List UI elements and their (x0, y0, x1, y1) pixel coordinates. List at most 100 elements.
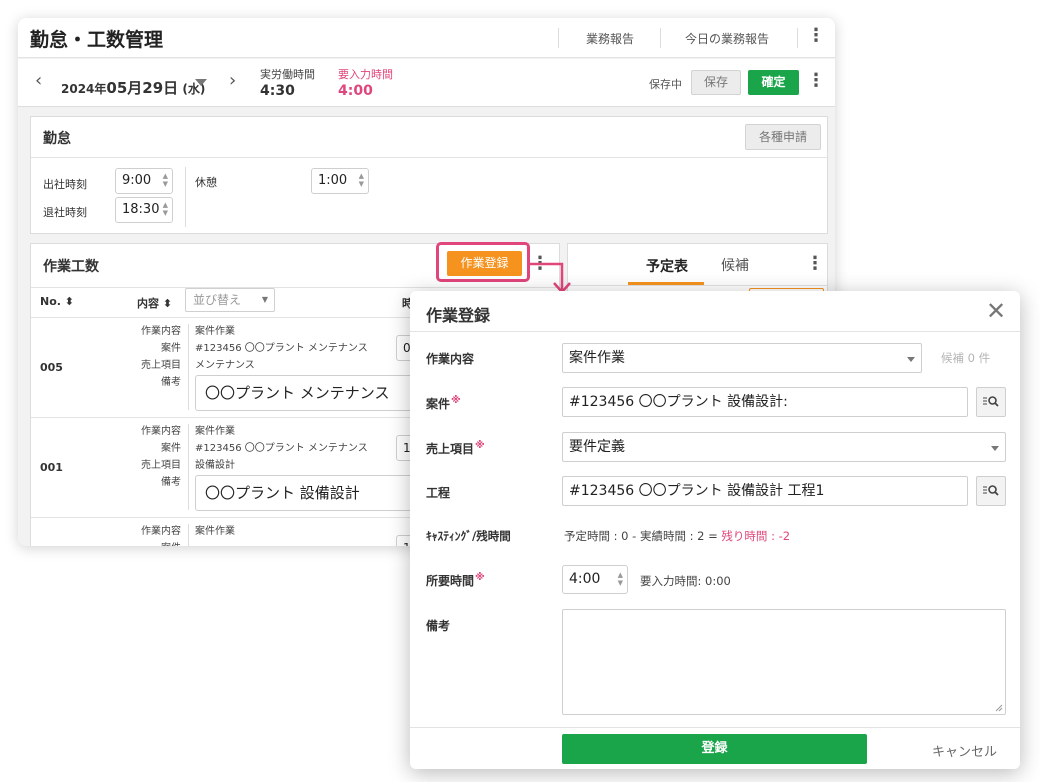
required-input-time: 要入力時間: 0:00 (640, 574, 731, 588)
sort-select-value: 並び替え (193, 293, 242, 307)
list-search-icon (983, 485, 999, 496)
prev-day-icon[interactable]: ‹ (35, 70, 42, 91)
process-input[interactable]: #123456 〇〇プラント 設備設計 工程1 (562, 476, 968, 506)
divider (797, 28, 798, 48)
clock-in-label: 出社時刻 (43, 178, 87, 191)
row-work-type: 案件作業 (195, 326, 235, 337)
sort-select[interactable]: 並び替え ▼ (185, 288, 275, 312)
column-content[interactable]: 内容 ⬍ (137, 295, 172, 311)
row-number: 001 (40, 461, 63, 474)
row-key: 案件 (121, 540, 181, 546)
clock-out-value: 18:30 (122, 202, 160, 217)
row-sales-item: 設備設計 (195, 460, 235, 471)
required-mark: ※ (451, 395, 461, 406)
project-search-button[interactable] (976, 387, 1006, 417)
row-key: 案件 (161, 343, 181, 354)
spinner-arrows-icon[interactable]: ▲ ▼ (163, 172, 168, 188)
remaining-time: 残り時間 : -2 (721, 529, 791, 543)
break-label: 休憩 (195, 176, 217, 189)
close-icon[interactable]: ✕ (986, 297, 1006, 325)
header-menu-icon[interactable]: ⋮ (807, 27, 825, 45)
confirm-button[interactable]: 確定 (748, 70, 799, 95)
date-dropdown-icon[interactable] (195, 79, 207, 86)
divider (660, 28, 661, 48)
list-search-icon (983, 396, 999, 407)
attendance-title: 勤怠 (43, 131, 71, 147)
divider (568, 285, 827, 286)
work-register-dialog: 作業登録 ✕ 作業内容 案件作業 候補 0 件 案件※ #123456 〇〇プラ… (410, 291, 1020, 769)
candidates-count[interactable]: 候補 0 件 (941, 350, 990, 366)
cancel-button[interactable]: キャンセル (932, 741, 997, 760)
row-key: 備考 (161, 477, 181, 488)
request-button[interactable]: 各種申請 (745, 124, 821, 150)
column-no[interactable]: No. ⬍ (40, 295, 74, 308)
spinner-arrows-icon[interactable]: ▲ ▼ (163, 201, 168, 217)
sort-icon: ⬍ (162, 297, 173, 310)
date-menu-icon[interactable]: ⋮ (807, 72, 825, 90)
date-month-day: 05月29日 (106, 79, 179, 97)
duration-label-text: 所要時間 (426, 574, 475, 588)
duration-value: 4:00 (569, 571, 601, 587)
tab-candidates[interactable]: 候補 (721, 255, 749, 275)
clock-in-input[interactable]: 9:00 ▲ ▼ (115, 168, 173, 194)
spinner-arrows-icon[interactable]: ▲ ▼ (359, 172, 364, 188)
project-input[interactable]: #123456 〇〇プラント 設備設計: (562, 387, 968, 417)
row-note-field[interactable]: 〇〇プラント メンテナンス (195, 375, 415, 411)
row-note-field[interactable]: 〇〇プラント 設備設計 (195, 475, 415, 511)
next-day-icon[interactable]: › (229, 70, 236, 91)
chevron-down-icon (991, 446, 999, 451)
row-work-type: 案件作業 (195, 426, 235, 437)
divider (410, 331, 1020, 332)
clock-out-label: 退社時刻 (43, 206, 87, 219)
resize-handle-icon[interactable] (995, 704, 1003, 712)
duration-input[interactable]: 4:00 ▲ ▼ (562, 565, 628, 594)
app-title: 勤怠・工数管理 (30, 29, 164, 51)
required-mark: ※ (475, 440, 485, 451)
row-key: 作業内容 (141, 426, 181, 437)
column-no-label: No. (40, 295, 61, 308)
save-status: 保存中 (649, 78, 682, 91)
divider (31, 287, 559, 288)
sales-item-select[interactable]: 要件定義 (562, 432, 1006, 462)
sort-icon: ⬍ (64, 295, 75, 308)
title-bar: 勤怠・工数管理 業務報告 今日の業務報告 ⋮ (18, 18, 835, 58)
divider (31, 157, 827, 158)
duration-label: 所要時間※ (426, 572, 485, 589)
save-button[interactable]: 保存 (691, 70, 741, 95)
process-search-button[interactable] (976, 476, 1006, 506)
today-report-link[interactable]: 今日の業務報告 (685, 30, 769, 47)
divider (410, 727, 1020, 728)
divider (185, 167, 186, 227)
schedule-menu-icon[interactable]: ⋮ (806, 255, 824, 273)
row-key: 作業内容 (141, 326, 181, 337)
clock-out-input[interactable]: 18:30 ▲ ▼ (115, 197, 173, 223)
work-type-value: 案件作業 (569, 350, 625, 366)
break-input[interactable]: 1:00 ▲ ▼ (311, 168, 369, 194)
tab-schedule[interactable]: 予定表 (646, 256, 688, 276)
row-key: 売上項目 (141, 360, 181, 371)
required-time-value: 4:00 (338, 83, 373, 99)
sales-item-label-text: 売上項目 (426, 442, 475, 456)
business-report-link[interactable]: 業務報告 (586, 30, 634, 47)
remarks-textarea[interactable] (562, 609, 1006, 715)
work-type-select[interactable]: 案件作業 (562, 343, 922, 373)
row-key: 作業内容 (141, 526, 181, 537)
work-hours-title: 作業工数 (43, 259, 99, 275)
worked-time-value: 4:30 (260, 83, 295, 99)
row-number: 005 (40, 361, 63, 374)
row-project: #123456 〇〇プラント メンテナンス (195, 443, 368, 454)
work-menu-icon[interactable]: ⋮ (531, 255, 549, 273)
spinner-arrows-icon[interactable]: ▲ ▼ (618, 571, 623, 587)
date-bar: ‹ 2024年05月29日 (水) › 実労働時間 4:30 要入力時間 4:0… (18, 59, 835, 107)
current-date[interactable]: 2024年05月29日 (水) (61, 77, 205, 98)
divider (188, 324, 189, 410)
register-button[interactable]: 登録 (562, 734, 867, 764)
casting-summary: 予定時間 : 0 - 実績時間 : 2 = 残り時間 : -2 (564, 528, 790, 544)
project-label-text: 案件 (426, 397, 451, 411)
row-work-type: 案件作業 (195, 526, 235, 537)
register-work-button[interactable]: 作業登録 (447, 251, 522, 276)
chevron-down-icon (907, 357, 915, 362)
worked-time-label: 実労働時間 (260, 68, 315, 81)
required-time-label: 要入力時間 (338, 68, 393, 81)
required-mark: ※ (475, 572, 485, 583)
